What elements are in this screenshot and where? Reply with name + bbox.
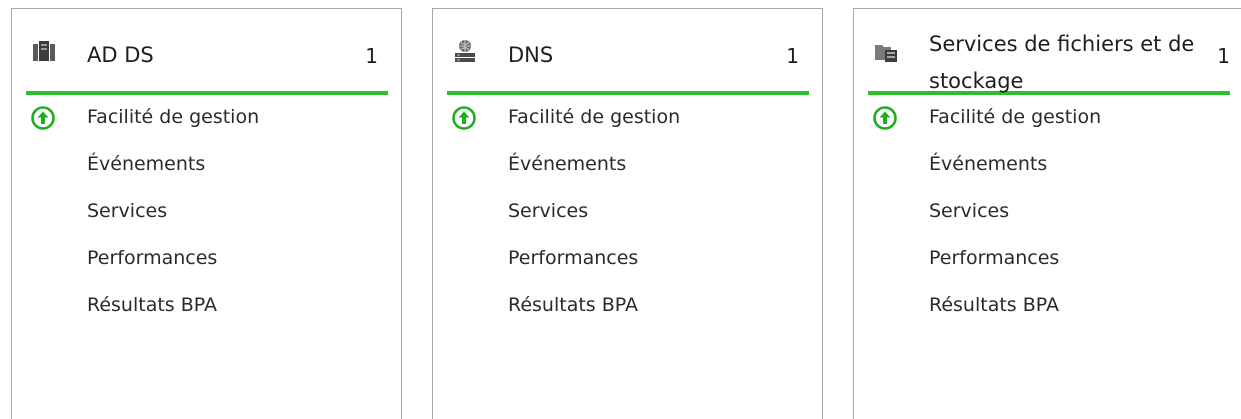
tile-count: 1 — [365, 44, 378, 68]
menu-item-performance[interactable]: Performances — [447, 240, 809, 287]
dns-server-icon — [455, 40, 475, 62]
menu-item-label: Performances — [87, 247, 218, 269]
menu-item-label: Événements — [929, 153, 1048, 175]
tile-header[interactable]: AD DS 1 — [26, 17, 388, 95]
menu-item-events[interactable]: Événements — [868, 146, 1230, 193]
tile-menu: Facilité de gestion Événements Services … — [26, 99, 388, 334]
tile-dns: DNS 1 Facilité de gestion Événements Ser… — [432, 8, 823, 419]
menu-item-label: Services — [929, 200, 1010, 222]
menu-item-bpa-results[interactable]: Résultats BPA — [26, 287, 388, 334]
menu-item-performance[interactable]: Performances — [868, 240, 1230, 287]
tile-menu: Facilité de gestion Événements Services … — [868, 99, 1230, 334]
green-up-arrow-icon — [31, 106, 55, 130]
tile-file-storage-services: Services de fichiers et de stockage 1 Fa… — [853, 8, 1241, 419]
tile-header[interactable]: DNS 1 — [447, 17, 809, 95]
menu-item-label: Facilité de gestion — [929, 106, 1102, 128]
menu-item-label: Performances — [508, 247, 639, 269]
tile-title: AD DS — [87, 43, 154, 67]
menu-item-label: Résultats BPA — [87, 294, 218, 316]
menu-item-bpa-results[interactable]: Résultats BPA — [868, 287, 1230, 334]
tile-title: DNS — [508, 43, 554, 67]
menu-item-label: Facilité de gestion — [87, 106, 260, 128]
menu-item-manageability[interactable]: Facilité de gestion — [868, 99, 1230, 146]
file-storage-icon — [875, 45, 897, 62]
menu-item-label: Résultats BPA — [508, 294, 639, 316]
menu-item-label: Facilité de gestion — [508, 106, 681, 128]
green-up-arrow-icon — [452, 106, 476, 130]
menu-item-label: Événements — [508, 153, 627, 175]
menu-item-label: Services — [87, 200, 168, 222]
tile-menu: Facilité de gestion Événements Services … — [447, 99, 809, 334]
menu-item-label: Performances — [929, 247, 1060, 269]
menu-item-label: Services — [508, 200, 589, 222]
menu-item-events[interactable]: Événements — [447, 146, 809, 193]
menu-item-bpa-results[interactable]: Résultats BPA — [447, 287, 809, 334]
menu-item-services[interactable]: Services — [26, 193, 388, 240]
tile-header[interactable]: Services de fichiers et de stockage 1 — [868, 17, 1230, 95]
tile-count: 1 — [1217, 44, 1230, 68]
tile-title: Services de fichiers et de stockage — [929, 32, 1195, 93]
menu-item-label: Résultats BPA — [929, 294, 1060, 316]
menu-item-performance[interactable]: Performances — [26, 240, 388, 287]
menu-item-manageability[interactable]: Facilité de gestion — [26, 99, 388, 146]
menu-item-services[interactable]: Services — [447, 193, 809, 240]
menu-item-label: Événements — [87, 153, 206, 175]
tile-ad-ds: AD DS 1 Facilité de gestion Événements S… — [11, 8, 402, 419]
menu-item-services[interactable]: Services — [868, 193, 1230, 240]
ad-ds-server-icon — [33, 41, 55, 61]
menu-item-manageability[interactable]: Facilité de gestion — [447, 99, 809, 146]
tile-count: 1 — [786, 44, 799, 68]
menu-item-events[interactable]: Événements — [26, 146, 388, 193]
green-up-arrow-icon — [873, 106, 897, 130]
server-manager-role-tiles: AD DS 1 Facilité de gestion Événements S… — [0, 0, 1241, 419]
